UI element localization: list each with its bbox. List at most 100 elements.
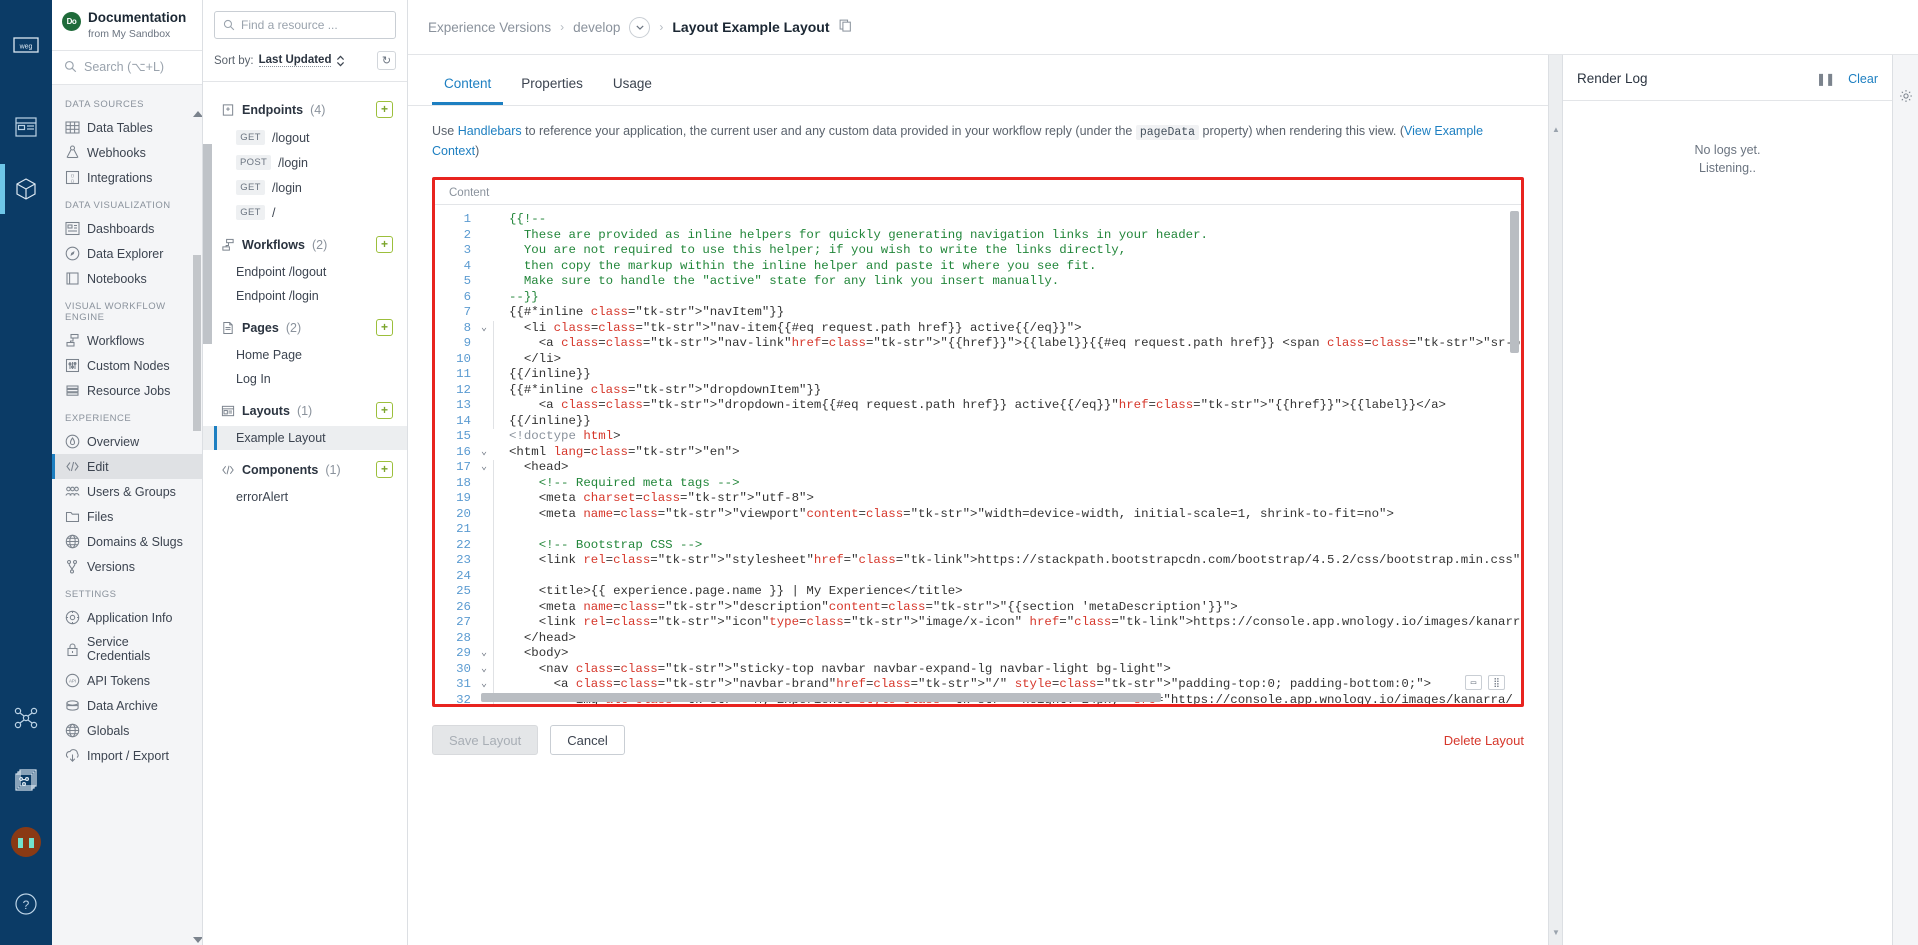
fold-toggle[interactable] xyxy=(477,305,491,321)
app-header[interactable]: Do Documentation from My Sandbox xyxy=(52,0,202,51)
fold-toggle[interactable] xyxy=(477,429,491,445)
fold-toggle[interactable] xyxy=(477,584,491,600)
resource-search[interactable]: Find a resource ... xyxy=(203,0,407,49)
tab-properties[interactable]: Properties xyxy=(509,67,595,105)
resource-item[interactable]: Endpoint /login xyxy=(203,284,407,308)
resource-item[interactable]: POST/login xyxy=(203,150,407,175)
sidebar-item-service-credentials[interactable]: Service Credentials xyxy=(52,630,202,668)
resource-item[interactable]: GET/logout xyxy=(203,125,407,150)
fold-toggle[interactable] xyxy=(477,259,491,275)
fold-toggle[interactable] xyxy=(477,538,491,554)
sidebar-item-workflows[interactable]: Workflows xyxy=(52,328,202,353)
add-endpoints-button[interactable]: + xyxy=(376,101,393,118)
dashboards-rail-icon[interactable] xyxy=(0,96,52,158)
sidebar-item-import-export[interactable]: Import / Export xyxy=(52,743,202,768)
breadcrumb-version[interactable]: develop xyxy=(573,20,620,35)
resource-item[interactable]: Log In xyxy=(203,367,407,391)
sidebar-item-globals[interactable]: Globals xyxy=(52,718,202,743)
editor-expand-icon[interactable]: ⣿ xyxy=(1488,675,1505,691)
user-avatar[interactable] xyxy=(0,811,52,873)
sidebar-item-versions[interactable]: Versions xyxy=(52,554,202,579)
fold-toggle[interactable]: ⌄ xyxy=(477,321,491,337)
sort-toggle-icon[interactable] xyxy=(336,55,345,67)
workflows-rail-icon[interactable] xyxy=(0,687,52,749)
fold-toggle[interactable]: ⌄ xyxy=(477,662,491,678)
handlebars-link[interactable]: Handlebars xyxy=(458,124,522,138)
fold-toggle[interactable] xyxy=(477,212,491,228)
settings-gear-icon[interactable] xyxy=(1899,89,1913,106)
fold-toggle[interactable] xyxy=(477,274,491,290)
fold-toggle[interactable] xyxy=(477,228,491,244)
fold-toggle[interactable]: ⌄ xyxy=(477,646,491,662)
sidebar-item-files[interactable]: Files xyxy=(52,504,202,529)
sidebar-item-data-archive[interactable]: Data Archive xyxy=(52,693,202,718)
applications-rail-icon[interactable] xyxy=(0,158,52,220)
fold-toggle[interactable] xyxy=(477,491,491,507)
sidebar-search[interactable]: Search (⌥+L) xyxy=(52,51,202,85)
editor-minimap-icon[interactable]: ▭ xyxy=(1465,675,1482,691)
sidebar-item-overview[interactable]: Overview xyxy=(52,429,202,454)
fold-toggle[interactable] xyxy=(477,615,491,631)
code-editor[interactable]: 1 {{!-- 2 These are provided as inline hel… xyxy=(435,204,1521,705)
sidebar-item-users-groups[interactable]: Users & Groups xyxy=(52,479,202,504)
resource-item[interactable]: Endpoint /logout xyxy=(203,260,407,284)
resource-item[interactable]: Home Page xyxy=(203,343,407,367)
version-dropdown-button[interactable] xyxy=(629,16,651,38)
fold-toggle[interactable] xyxy=(477,398,491,414)
fold-toggle[interactable] xyxy=(477,569,491,585)
tab-content[interactable]: Content xyxy=(432,67,504,105)
fold-toggle[interactable] xyxy=(477,507,491,523)
fold-toggle[interactable]: ⌄ xyxy=(477,460,491,476)
resource-item[interactable]: GET / xyxy=(203,200,407,225)
sidebar-scrollbar[interactable] xyxy=(193,111,202,943)
sort-value[interactable]: Last Updated xyxy=(258,54,332,67)
resource-item[interactable]: errorAlert xyxy=(203,485,407,509)
sidebar-item-dashboards[interactable]: Dashboards xyxy=(52,216,202,241)
fold-toggle[interactable] xyxy=(477,553,491,569)
sidebar-item-api-tokens[interactable]: API API Tokens xyxy=(52,668,202,693)
resource-item[interactable]: GET/login xyxy=(203,175,407,200)
fold-toggle[interactable] xyxy=(477,414,491,430)
refresh-button[interactable]: ↻ xyxy=(377,51,396,70)
add-layouts-button[interactable]: + xyxy=(376,402,393,419)
sidebar-item-application-info[interactable]: Application Info xyxy=(52,605,202,630)
fold-toggle[interactable] xyxy=(477,383,491,399)
fold-toggle[interactable] xyxy=(477,476,491,492)
fold-toggle[interactable] xyxy=(477,352,491,368)
save-layout-button[interactable]: Save Layout xyxy=(432,725,539,756)
fold-toggle[interactable] xyxy=(477,522,491,538)
sidebar-item-data-tables[interactable]: Data Tables xyxy=(52,115,202,140)
sidebar-item-integrations[interactable]: {}{} Integrations xyxy=(52,165,202,190)
delete-layout-button[interactable]: Delete Layout xyxy=(1444,733,1524,748)
fold-toggle[interactable]: ⌄ xyxy=(477,445,491,461)
sidebar-item-notebooks[interactable]: Notebooks xyxy=(52,266,202,291)
cancel-button[interactable]: Cancel xyxy=(550,725,625,756)
app-templates-rail-icon[interactable] xyxy=(0,749,52,811)
sidebar-item-custom-nodes[interactable]: Custom Nodes xyxy=(52,353,202,378)
fold-toggle[interactable] xyxy=(477,336,491,352)
sidebar-item-webhooks[interactable]: Webhooks xyxy=(52,140,202,165)
breadcrumb-root[interactable]: Experience Versions xyxy=(428,20,551,35)
sidebar-item-edit[interactable]: Edit xyxy=(52,454,202,479)
editor-vertical-scrollbar[interactable] xyxy=(1510,211,1519,354)
resource-item[interactable]: Example Layout xyxy=(203,426,407,450)
add-pages-button[interactable]: + xyxy=(376,319,393,336)
fold-toggle[interactable] xyxy=(477,290,491,306)
tab-usage[interactable]: Usage xyxy=(601,67,664,105)
scroll-down-arrow[interactable] xyxy=(193,937,202,943)
sidebar-item-data-explorer[interactable]: Data Explorer xyxy=(52,241,202,266)
add-components-button[interactable]: + xyxy=(376,461,393,478)
pause-icon[interactable]: ❚❚ xyxy=(1816,72,1835,86)
fold-toggle[interactable] xyxy=(477,600,491,616)
help-rail-icon[interactable]: ? xyxy=(0,873,52,935)
editor-horizontal-scrollbar[interactable] xyxy=(481,693,1161,703)
fold-toggle[interactable] xyxy=(477,631,491,647)
clear-log-button[interactable]: Clear xyxy=(1848,72,1878,86)
sidebar-scroll-thumb[interactable] xyxy=(193,255,201,431)
scroll-up-arrow[interactable] xyxy=(193,111,202,117)
fold-toggle[interactable] xyxy=(477,243,491,259)
sidebar-item-resource-jobs[interactable]: Resource Jobs xyxy=(52,378,202,403)
sidebar-item-domains-slugs[interactable]: Domains & Slugs xyxy=(52,529,202,554)
add-workflows-button[interactable]: + xyxy=(376,236,393,253)
weg-logo[interactable]: weg xyxy=(0,14,52,76)
